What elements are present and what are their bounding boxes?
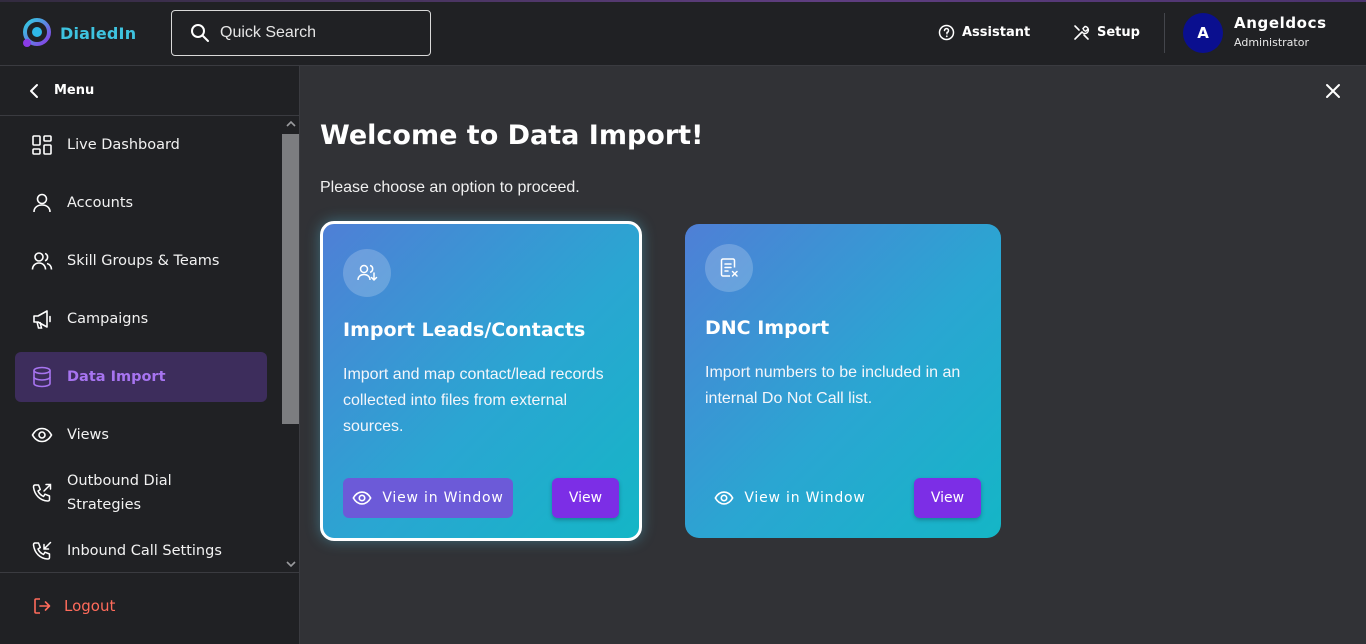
chevron-left-icon (30, 83, 38, 98)
page-subtitle: Please choose an option to proceed. (320, 179, 580, 196)
setup-label: Setup (1097, 25, 1140, 40)
sidebar-item-label: Skill Groups & Teams (67, 253, 220, 269)
close-icon (1326, 84, 1340, 98)
app-logo[interactable]: DialedIn (20, 16, 136, 50)
import-contacts-icon (343, 249, 391, 297)
sidebar-item-campaigns[interactable]: Campaigns (15, 294, 267, 344)
assistant-button[interactable]: Assistant (938, 24, 1030, 41)
card-title: Import Leads/Contacts (343, 319, 586, 341)
view-in-window-label: View in Window (382, 490, 504, 506)
tools-icon (1074, 25, 1090, 40)
sidebar-scrollbar-thumb[interactable] (282, 134, 299, 424)
card-description: Import and map contact/lead records coll… (343, 366, 604, 435)
logout-divider (0, 572, 299, 573)
sidebar-item-accounts[interactable]: Accounts (15, 178, 267, 228)
logout-button[interactable]: Logout (32, 596, 115, 616)
help-circle-icon (938, 24, 955, 41)
eye-icon (714, 491, 734, 505)
card-title: DNC Import (705, 317, 830, 339)
sidebar-nav: Live Dashboard Accounts Skill Groups & T… (0, 116, 282, 572)
search-placeholder: Quick Search (220, 24, 317, 41)
view-in-window-button[interactable]: View in Window (705, 478, 875, 518)
import-leads-contacts-card[interactable]: Import Leads/Contacts Import and map con… (320, 221, 642, 541)
eye-icon (352, 491, 372, 505)
card-description: Import numbers to be included in an inte… (705, 364, 961, 407)
view-label: View (930, 490, 965, 506)
view-in-window-label: View in Window (744, 490, 866, 506)
setup-button[interactable]: Setup (1073, 24, 1140, 41)
logo-text: DialedIn (60, 23, 137, 43)
megaphone-icon (33, 310, 51, 329)
phone-incoming-icon (32, 541, 52, 560)
search-icon (191, 24, 209, 42)
header-divider (1164, 13, 1165, 53)
sidebar-item-label: Campaigns (67, 311, 149, 327)
sidebar-item-label: Outbound Dial Strategies (67, 469, 172, 517)
sidebar-item-label: Views (67, 427, 109, 443)
phone-outgoing-icon (32, 483, 52, 502)
quick-search-input[interactable]: Quick Search (171, 10, 431, 56)
view-button[interactable]: View (552, 478, 619, 518)
sidebar: Menu Live Dashboard Accounts Skill Group… (0, 66, 300, 644)
logo-icon (23, 18, 51, 47)
dnc-list-icon (705, 244, 753, 292)
scroll-down-icon[interactable] (285, 558, 297, 570)
view-button[interactable]: View (914, 478, 981, 518)
user-name[interactable]: Angeldocs (1234, 14, 1327, 32)
sidebar-item-data-import[interactable]: Data Import (15, 352, 267, 402)
avatar-initial: A (1197, 24, 1209, 42)
logout-label: Logout (64, 597, 116, 615)
scroll-up-icon[interactable] (285, 118, 297, 130)
menu-collapse-toggle[interactable]: Menu (0, 66, 299, 116)
sidebar-item-label: Accounts (67, 195, 134, 211)
dnc-import-card[interactable]: DNC Import Import numbers to be included… (685, 224, 1001, 538)
top-bar: DialedIn Quick Search Assistant Setup A … (0, 0, 1366, 66)
sidebar-item-outbound-dial-strategies[interactable]: Outbound Dial Strategies (15, 468, 267, 518)
sidebar-item-views[interactable]: Views (15, 410, 267, 460)
dashboard-grid-icon (32, 135, 52, 155)
database-icon (33, 366, 51, 388)
sidebar-item-skill-groups-teams[interactable]: Skill Groups & Teams (15, 236, 267, 286)
view-label: View (568, 490, 603, 506)
user-icon (33, 193, 51, 213)
sidebar-item-live-dashboard[interactable]: Live Dashboard (15, 120, 267, 170)
logout-icon (34, 598, 51, 614)
assistant-label: Assistant (962, 25, 1031, 40)
user-avatar[interactable]: A (1183, 13, 1223, 53)
sidebar-item-label-line2: Strategies (67, 497, 142, 513)
sidebar-item-label: Inbound Call Settings (67, 543, 222, 559)
users-icon (31, 252, 53, 270)
user-role: Administrator (1234, 36, 1309, 49)
close-button[interactable] (1322, 80, 1344, 102)
sidebar-item-label: Data Import (67, 369, 166, 385)
menu-label: Menu (54, 83, 95, 98)
sidebar-item-label: Live Dashboard (67, 137, 180, 153)
sidebar-item-inbound-call-settings[interactable]: Inbound Call Settings (15, 526, 267, 572)
view-in-window-button[interactable]: View in Window (343, 478, 513, 518)
eye-icon (31, 427, 53, 443)
sidebar-item-label-line1: Outbound Dial (67, 473, 172, 489)
page-title: Welcome to Data Import! (320, 120, 704, 151)
